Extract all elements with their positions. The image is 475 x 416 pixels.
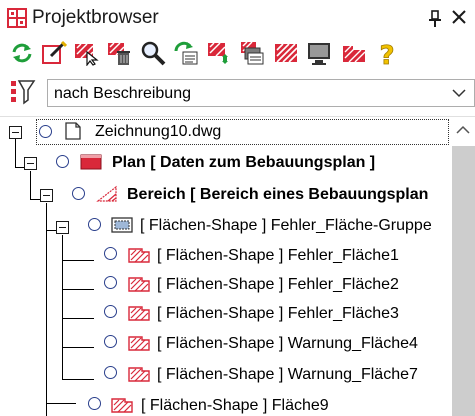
display-button[interactable] [306, 40, 332, 66]
hatched-shape-icon [111, 398, 133, 413]
grid-panel-icon [7, 8, 27, 28]
filter-select-value: nach Beschreibung [54, 85, 191, 102]
project-tree: Zeichnung10.dwg Plan [ Daten zum Bebauun… [0, 116, 475, 416]
search-button[interactable] [140, 40, 166, 66]
hatched-shape-icon [128, 306, 150, 321]
visibility-radio[interactable] [72, 187, 85, 200]
delete-button[interactable] [106, 40, 132, 66]
collapse-toggle[interactable] [40, 189, 53, 202]
hatch-icon [275, 43, 298, 63]
tree-connector [46, 230, 56, 231]
collapse-toggle[interactable] [9, 126, 22, 139]
tree-connector [15, 139, 16, 167]
chevron-down-icon [452, 89, 466, 98]
tree-node-label[interactable]: [ Flächen-Shape ] Fehler_Fläche3 [157, 304, 399, 324]
tree-connector [30, 199, 40, 200]
tree-connector [62, 235, 63, 380]
tree-node-label[interactable]: [ Flächen-Shape ] Fehler_Fläche-Gruppe [140, 216, 432, 236]
layers-icon [241, 41, 264, 65]
visibility-radio[interactable] [56, 155, 69, 168]
tree-node-label[interactable]: Plan [ Daten zum Bebauungsplan ] [112, 153, 375, 173]
visibility-radio[interactable] [88, 397, 101, 410]
group-shape-icon [111, 217, 133, 233]
shape-button[interactable] [341, 40, 367, 66]
select-layer-button[interactable] [73, 40, 99, 66]
tree-connector [46, 203, 47, 416]
panel-title: Projektbrowser [32, 7, 159, 28]
tree-connector [62, 347, 94, 348]
select-cursor-icon [75, 43, 99, 66]
visibility-radio[interactable] [104, 366, 117, 379]
chevron-up-icon[interactable] [456, 124, 470, 136]
hatched-shape-icon [128, 277, 150, 292]
tree-node-label[interactable]: [ Flächen-Shape ] Fehler_Fläche1 [157, 246, 399, 266]
tree-node-label[interactable]: Zeichnung10.dwg [95, 122, 221, 142]
document-icon [65, 122, 81, 140]
help-icon: ? [379, 41, 395, 66]
update-button[interactable] [173, 40, 199, 66]
refresh-icon [12, 43, 32, 63]
collapse-toggle[interactable] [56, 221, 69, 234]
tree-connector [62, 260, 94, 261]
hatched-shape-icon [128, 248, 150, 263]
filter-icon[interactable] [10, 78, 36, 106]
visibility-radio[interactable] [88, 218, 101, 231]
tree-connector [30, 171, 31, 199]
tree-connector [46, 403, 76, 404]
collapse-toggle[interactable] [24, 157, 37, 170]
tree-node-label[interactable]: [ Flächen-Shape ] Warnung_Fläche7 [157, 365, 418, 385]
tree-node-label[interactable]: Bereich [ Bereich eines Bebauungsplan [127, 185, 428, 205]
update-icon [174, 41, 198, 65]
move-icon [208, 42, 228, 64]
tree-connector [62, 289, 94, 290]
plan-icon [80, 154, 102, 170]
panel-titlebar: Projektbrowser [0, 0, 475, 37]
search-icon [141, 41, 166, 66]
toolbar: ? [0, 37, 475, 71]
tree-node-label[interactable]: [ Flächen-Shape ] Fehler_Fläche2 [157, 275, 399, 295]
edit-icon [42, 40, 67, 64]
tree-node-label[interactable]: [ Flächen-Shape ] Fläche9 [141, 396, 329, 416]
hatch-button[interactable] [273, 40, 299, 66]
shape-icon [343, 45, 366, 63]
delete-icon [108, 42, 130, 65]
monitor-icon [308, 43, 330, 65]
visibility-radio[interactable] [39, 125, 52, 138]
svg-text:?: ? [379, 41, 394, 66]
hatched-shape-icon [128, 367, 150, 382]
filter-select[interactable]: nach Beschreibung [47, 79, 475, 107]
visibility-radio[interactable] [104, 247, 117, 260]
tree-node-label[interactable]: [ Flächen-Shape ] Warnung_Fläche4 [157, 334, 418, 354]
pin-icon[interactable] [428, 10, 442, 28]
refresh-button[interactable] [9, 40, 35, 66]
close-icon[interactable] [450, 8, 468, 26]
scrollbar-thumb[interactable] [452, 146, 475, 416]
area-icon [96, 185, 117, 202]
visibility-radio[interactable] [104, 276, 117, 289]
visibility-radio[interactable] [104, 335, 117, 348]
edit-button[interactable] [41, 40, 67, 66]
move-button[interactable] [206, 40, 232, 66]
tree-connector [62, 379, 94, 380]
tree-connector [62, 318, 94, 319]
hatched-shape-icon [128, 336, 150, 351]
help-button[interactable]: ? [374, 40, 400, 66]
visibility-radio[interactable] [104, 305, 117, 318]
layers-button[interactable] [239, 40, 265, 66]
